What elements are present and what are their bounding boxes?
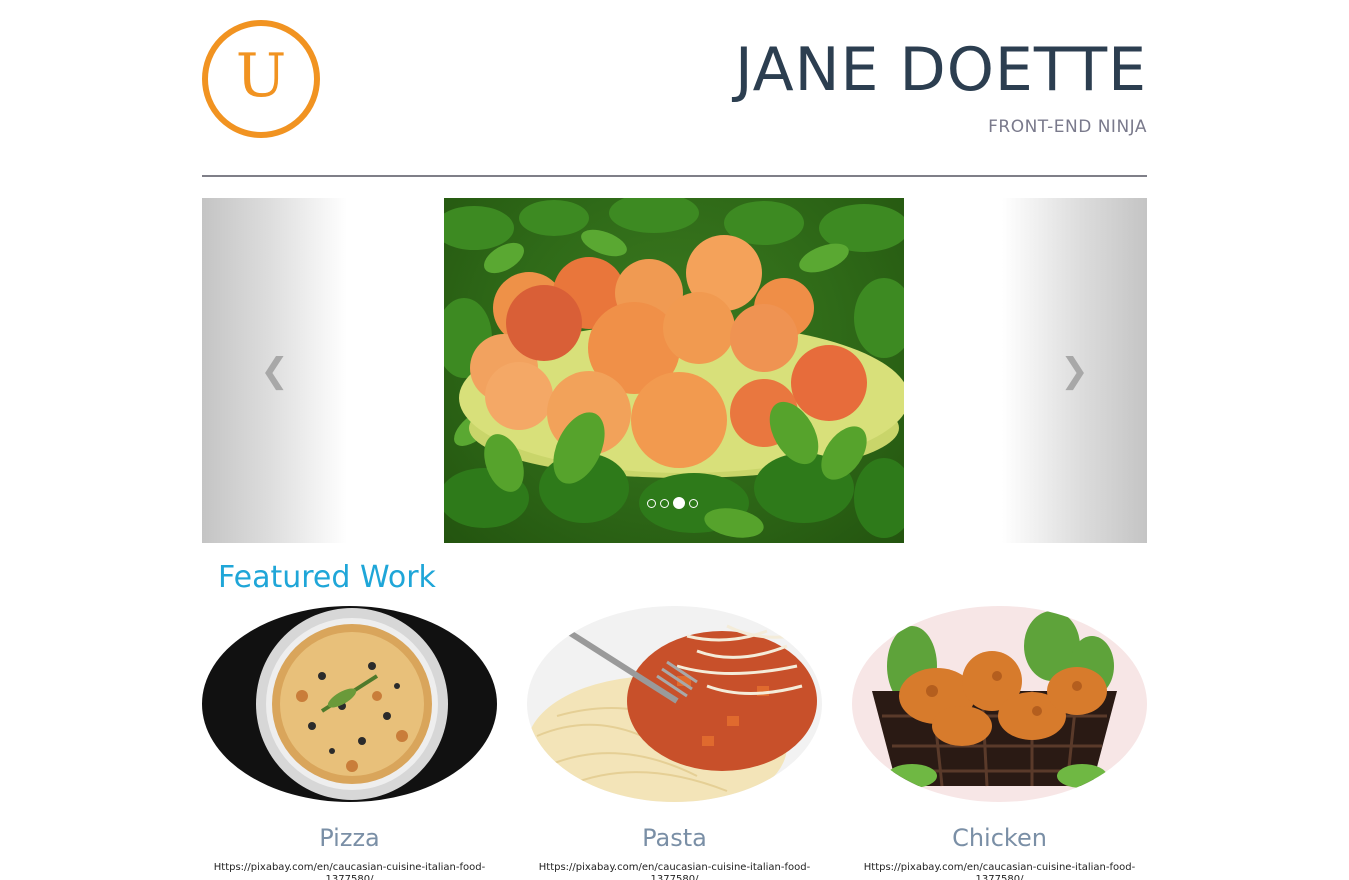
work-source-link-pasta[interactable]: Https://pixabay.com/en/caucasian-cuisine… <box>527 862 822 880</box>
carousel-indicators <box>647 497 698 509</box>
featured-work-heading: Featured Work <box>218 560 436 595</box>
carousel-dot-3[interactable] <box>673 497 685 509</box>
carousel-dot-4[interactable] <box>689 498 698 508</box>
carousel-prev-button[interactable]: ❮ <box>202 198 347 543</box>
image-carousel: ❮ ❯ <box>202 198 1147 543</box>
chicken-image[interactable] <box>852 606 1147 802</box>
carousel-dot-1[interactable] <box>647 498 656 508</box>
pasta-image[interactable] <box>527 606 822 802</box>
carousel-next-button[interactable]: ❯ <box>1002 198 1147 543</box>
logo-letter: U <box>235 41 287 111</box>
featured-work-grid: Pizza Https://pixabay.com/en/caucasian-c… <box>202 606 1147 880</box>
work-label-pizza: Pizza <box>319 824 380 852</box>
work-card-pasta: Pasta Https://pixabay.com/en/caucasian-c… <box>527 606 822 880</box>
work-source-link-pizza[interactable]: Https://pixabay.com/en/caucasian-cuisine… <box>202 862 497 880</box>
site-header: U JANE DOETTE FRONT-END NINJA <box>202 0 1147 178</box>
work-label-pasta: Pasta <box>642 824 707 852</box>
work-card-pizza: Pizza Https://pixabay.com/en/caucasian-c… <box>202 606 497 880</box>
header-divider <box>202 175 1147 177</box>
page: U JANE DOETTE FRONT-END NINJA ❮ ❯ Featur… <box>202 0 1147 880</box>
work-label-chicken: Chicken <box>952 824 1047 852</box>
work-card-chicken: Chicken Https://pixabay.com/en/caucasian… <box>852 606 1147 880</box>
carousel-dot-2[interactable] <box>660 498 669 508</box>
work-source-link-chicken[interactable]: Https://pixabay.com/en/caucasian-cuisine… <box>852 862 1147 880</box>
carousel-slide-apricots <box>444 198 904 543</box>
logo[interactable]: U <box>202 20 320 138</box>
site-subtitle: FRONT-END NINJA <box>988 117 1147 137</box>
apricot-bowl-image <box>444 198 904 538</box>
site-owner-name: JANE DOETTE <box>734 35 1147 105</box>
pizza-image[interactable] <box>202 606 497 802</box>
chevron-right-icon: ❯ <box>1060 350 1089 391</box>
chevron-left-icon: ❮ <box>260 350 289 391</box>
